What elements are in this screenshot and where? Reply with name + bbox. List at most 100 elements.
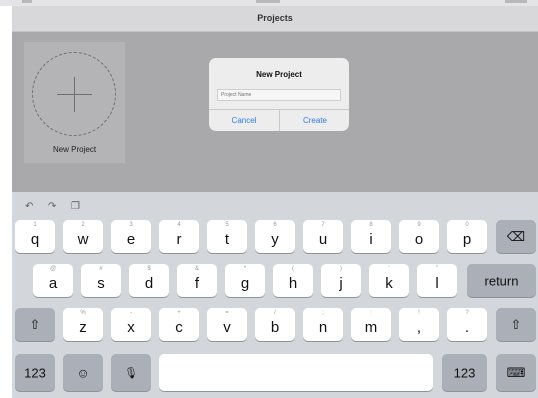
- key-label: b: [270, 319, 280, 336]
- key-x[interactable]: -x: [111, 308, 151, 341]
- key-alt-label: 8: [369, 222, 373, 228]
- key-alt-label: /: [274, 310, 276, 316]
- status-bar-item: [505, 0, 527, 3]
- project-name-input[interactable]: [217, 89, 341, 101]
- key-alt-label: ;: [322, 310, 324, 316]
- key-label: m: [364, 319, 378, 336]
- key-z[interactable]: % z: [63, 308, 103, 341]
- keyboard-dismiss-icon: ⌨: [506, 364, 526, 380]
- key-label: w: [77, 231, 89, 248]
- projects-content: New Project New Project Cancel Create: [12, 32, 538, 192]
- numbers-label: 123: [24, 365, 46, 380]
- key-alt-label: :: [370, 310, 372, 316]
- shift-key-right[interactable]: ⇧: [496, 308, 536, 341]
- key-y[interactable]: 6y: [255, 220, 295, 253]
- new-project-tile[interactable]: New Project: [24, 42, 125, 163]
- key-alt-label: 1: [33, 222, 37, 228]
- numbers-key-right[interactable]: 123: [442, 354, 487, 391]
- key-label: h: [288, 275, 298, 292]
- key-i[interactable]: 8i: [351, 220, 391, 253]
- key-o[interactable]: 9o: [399, 220, 439, 253]
- key-d[interactable]: $ d: [129, 264, 169, 297]
- key-label: i: [369, 231, 373, 248]
- key-a[interactable]: @ a: [33, 264, 73, 297]
- key-label: t: [224, 231, 230, 248]
- key-label: q: [30, 231, 40, 248]
- key-label: .: [464, 319, 470, 336]
- key-alt-label: *: [243, 266, 247, 272]
- key-alt-label: =: [225, 310, 229, 316]
- key-h[interactable]: (h: [273, 264, 313, 297]
- key-period[interactable]: ?.: [447, 308, 487, 341]
- shift-key-left[interactable]: ⇧: [15, 308, 55, 341]
- key-g[interactable]: * g: [225, 264, 265, 297]
- key-label: u: [318, 231, 328, 248]
- new-project-label: New Project: [52, 145, 97, 154]
- key-c[interactable]: + c: [159, 308, 199, 341]
- shift-icon: ⇧: [510, 316, 522, 332]
- key-e[interactable]: 3e: [111, 220, 151, 253]
- key-alt-label: #: [99, 266, 103, 272]
- status-bar-item: [256, 0, 280, 3]
- key-alt-label: +: [177, 310, 181, 316]
- key-f[interactable]: & f: [177, 264, 217, 297]
- key-k[interactable]: ' k: [369, 264, 409, 297]
- emoji-key[interactable]: ☺: [63, 354, 103, 391]
- key-b[interactable]: / b: [255, 308, 295, 341]
- key-label: l: [435, 275, 439, 292]
- key-s[interactable]: # s: [81, 264, 121, 297]
- numbers-key-left[interactable]: 123: [15, 354, 55, 391]
- key-label: n: [318, 319, 328, 336]
- key-alt-label: ?: [465, 310, 469, 316]
- key-alt-label: -: [130, 310, 132, 316]
- delete-key[interactable]: ⌫: [496, 220, 536, 253]
- key-alt-label: (: [292, 266, 294, 272]
- undo-icon[interactable]: ↶: [25, 201, 33, 212]
- key-q[interactable]: 1q: [15, 220, 55, 253]
- dictation-key[interactable]: 🎙: [111, 354, 151, 391]
- redo-icon[interactable]: ↷: [48, 201, 56, 212]
- key-alt-label: 2: [81, 222, 85, 228]
- return-key[interactable]: return: [467, 264, 536, 297]
- key-alt-label: @: [49, 266, 57, 272]
- add-project-icon: [32, 52, 116, 136]
- key-u[interactable]: 7u: [303, 220, 343, 253]
- key-p[interactable]: 0p: [447, 220, 487, 253]
- key-r[interactable]: 4r: [159, 220, 199, 253]
- key-label: c: [175, 319, 183, 336]
- key-alt-label: !: [418, 310, 420, 316]
- key-alt-label: ': [388, 266, 390, 272]
- cancel-button[interactable]: Cancel: [209, 110, 279, 131]
- dismiss-keyboard-key[interactable]: ⌨: [496, 354, 536, 391]
- key-label: y: [271, 231, 279, 248]
- navigation-bar: Projects: [12, 6, 538, 32]
- key-alt-label: &: [194, 266, 199, 272]
- microphone-icon: 🎙: [124, 367, 138, 379]
- key-label: ,: [416, 319, 422, 336]
- key-alt-label: ": [435, 266, 439, 272]
- plus-icon-vertical: [74, 77, 75, 112]
- key-label: v: [223, 319, 231, 336]
- status-bar-item: [22, 0, 32, 3]
- key-comma[interactable]: !,: [399, 308, 439, 341]
- key-w[interactable]: 2w: [63, 220, 103, 253]
- key-v[interactable]: = v: [207, 308, 247, 341]
- space-bar[interactable]: [159, 354, 433, 391]
- key-label: j: [339, 275, 343, 292]
- key-l[interactable]: " l: [417, 264, 457, 297]
- key-t[interactable]: 5t: [207, 220, 247, 253]
- shift-icon: ⇧: [29, 316, 41, 332]
- paste-icon[interactable]: ❐: [71, 201, 80, 212]
- key-label: r: [176, 231, 182, 248]
- key-m[interactable]: :m: [351, 308, 391, 341]
- create-button[interactable]: Create: [280, 110, 349, 131]
- key-label: f: [194, 275, 200, 292]
- key-j[interactable]: ) j: [321, 264, 361, 297]
- key-alt-label: %: [80, 310, 86, 316]
- key-alt-label: 6: [273, 222, 277, 228]
- key-label: g: [240, 275, 250, 292]
- new-project-dialog: New Project Cancel Create: [209, 58, 349, 131]
- key-alt-label: 3: [129, 222, 133, 228]
- key-n[interactable]: ; n: [303, 308, 343, 341]
- key-alt-label: 9: [417, 222, 421, 228]
